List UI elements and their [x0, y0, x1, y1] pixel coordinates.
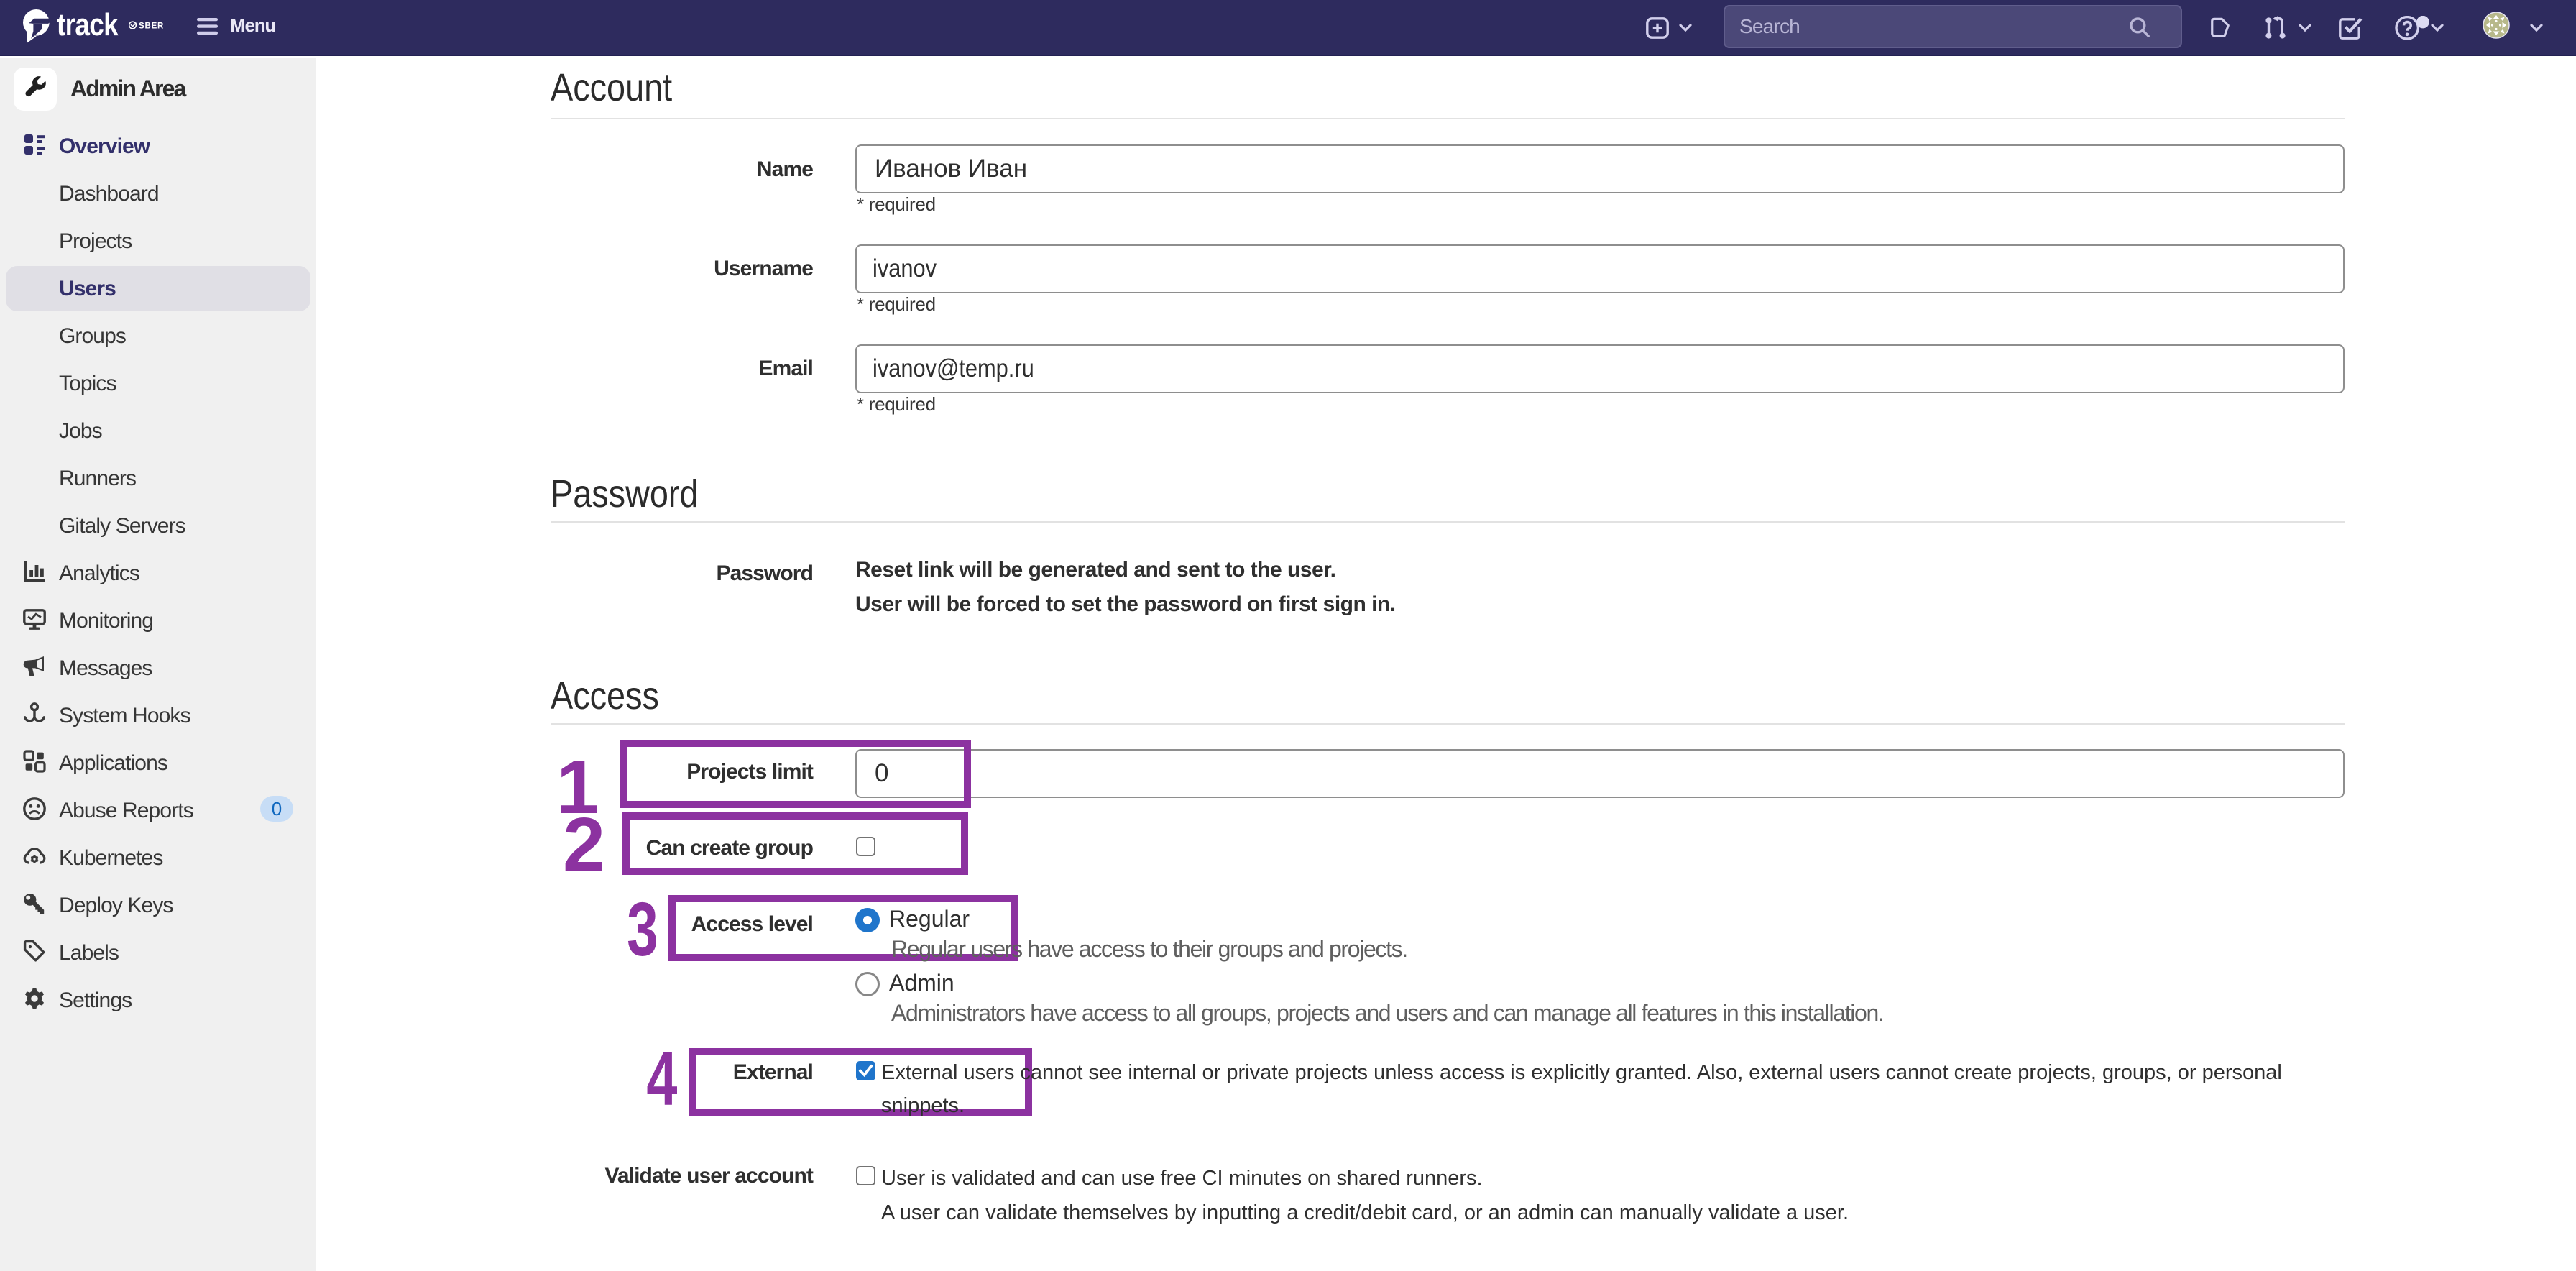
svg-text:SBER: SBER — [139, 22, 163, 30]
